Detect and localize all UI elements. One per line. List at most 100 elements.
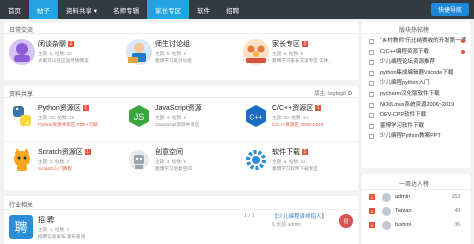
hot-item[interactable]: python集成编辑器Vscode下载 bbox=[362, 68, 470, 79]
rank-panel-title: 一周达人榜 bbox=[362, 174, 470, 190]
jobs-icon: 聘 bbox=[9, 215, 33, 239]
avatar bbox=[382, 206, 391, 216]
list-bullet-icon bbox=[369, 60, 374, 66]
forum-meta: 主题: 6, 帖数: 6 bbox=[155, 51, 187, 56]
list-bullet-icon bbox=[369, 113, 374, 119]
hot-panel: 版块热帖榜 “乡村教师”乐比纳赛收的开发第一课 C/C++编程资源下载 少儿编程… bbox=[362, 22, 470, 168]
nav-resources[interactable]: 资料共享 ▾ bbox=[58, 0, 105, 19]
forum-desc: C/C++资源区 2006~2019 bbox=[272, 122, 324, 127]
nav-parents[interactable]: 家长专区 bbox=[147, 0, 190, 19]
forum-name: 招 聘 bbox=[38, 217, 54, 224]
hot-item[interactable]: 少儿编程Python教案PPT bbox=[362, 131, 470, 142]
hot-item[interactable]: 塞博学习软件下载 bbox=[362, 121, 470, 132]
hot-item[interactable]: 少儿编程python入门 bbox=[362, 78, 470, 89]
forum-row: Python资源区 1 主题: 25, 帖数: 25 Python资源共享区,PD… bbox=[4, 98, 358, 142]
rank-count: 36 bbox=[454, 222, 460, 228]
forum-meta: 主题: 5, 帖数: 10 bbox=[38, 51, 72, 56]
hot-item[interactable]: pycharm汉化版软件下载 bbox=[362, 89, 470, 100]
forum-desc: 塞博学习家长交流专区 实体, bbox=[272, 58, 330, 63]
forum-discussion[interactable]: 师生讨论组 主题: 6, 帖数: 6 塞博学习班讨论组 bbox=[121, 34, 238, 78]
forum-desc: 塞博学习软件下载专区 bbox=[272, 166, 318, 171]
nav-home[interactable]: 首页 bbox=[0, 0, 29, 19]
forum-meta: 主题: 4, 帖数: 5 bbox=[155, 115, 187, 120]
daily-panel-title: 日常交流 bbox=[4, 22, 358, 34]
list-bullet-icon bbox=[369, 39, 374, 44]
nav-jobs[interactable]: 招聘 bbox=[218, 0, 247, 19]
latest-post-meta: 6 天前 admin bbox=[272, 222, 302, 228]
jobs-title: 行业相关 bbox=[9, 203, 34, 209]
rank-number: 2 bbox=[369, 208, 375, 214]
forum-name: 软件下载 bbox=[272, 149, 300, 156]
rank-title: 一周达人榜 bbox=[398, 182, 429, 188]
nav-software[interactable]: 软件 bbox=[189, 0, 218, 19]
forum-meta: 主题: 1, 帖数: 1 bbox=[38, 227, 70, 232]
rank-count: 40 bbox=[454, 208, 460, 214]
forum-row: 闲谈杂聊 1 主题: 5, 帖数: 10 大家可以在这里尽情畅谈 师生讨论组 主题… bbox=[4, 34, 358, 78]
forum-name: JavaScript资源 bbox=[155, 105, 202, 112]
list-bullet-icon bbox=[369, 49, 374, 55]
forum-name: 创意空间 bbox=[155, 149, 183, 156]
robot-icon bbox=[126, 147, 152, 173]
new-badge: 1 bbox=[302, 149, 308, 155]
forum-desc: 大家可以在这里尽情畅谈 bbox=[38, 58, 89, 63]
moderator[interactable]: 版主: bigbig8 bbox=[314, 89, 352, 97]
forum-name: C/C++资源区 bbox=[272, 105, 314, 112]
forum-meta: 主题: 8, 帖数: 9 bbox=[272, 51, 304, 56]
hot-item[interactable]: “乡村教师”乐比纳赛收的开发第一课 bbox=[362, 36, 470, 47]
collapse-icon[interactable] bbox=[348, 91, 352, 95]
forum-scratch[interactable]: Scratch资源区 1 主题: 2, 帖数: 2 Scratch入门教程 bbox=[4, 142, 121, 186]
forum-software[interactable]: 软件下载 1 主题: 5, 帖数: 11 塞博学习软件下载专区 bbox=[238, 142, 355, 186]
forum-meta: 主题: 2, 帖数: 2 bbox=[38, 159, 70, 164]
forum-meta: 主题: 25, 帖数: 25 bbox=[38, 115, 75, 120]
rank-number: 1 bbox=[369, 194, 375, 200]
list-bullet-icon bbox=[369, 70, 374, 76]
forum-row: Scratch资源区 1 主题: 2, 帖数: 2 Scratch入门教程 创意空… bbox=[4, 142, 358, 186]
forum-desc: 塞博学习创意空间 bbox=[155, 166, 192, 171]
new-badge: 1 bbox=[84, 149, 91, 155]
forum-jobs[interactable]: 聘 招 聘 主题: 1, 帖数: 1 招聘信息发布,发布者请 bbox=[4, 210, 204, 240]
forum-desc: JavaScript资源共享区 bbox=[155, 122, 200, 127]
top-nav: 首页 帖子 资料共享 ▾ 名师专辑 家长专区 软件 招聘 快捷导航 bbox=[0, 0, 474, 19]
hot-panel-title: 版块热帖榜 bbox=[362, 22, 470, 34]
rank-count: 153 bbox=[451, 194, 460, 200]
nav-teachers[interactable]: 名师专辑 bbox=[105, 0, 147, 19]
forum-name: Python资源区 bbox=[38, 105, 81, 112]
list-bullet-icon bbox=[369, 102, 374, 108]
forum-python[interactable]: Python资源区 1 主题: 25, 帖数: 25 Python资源共享区,PD… bbox=[4, 98, 121, 141]
forum-javascript[interactable]: JS JavaScript资源 主题: 4, 帖数: 5 JavaScript资… bbox=[121, 98, 238, 141]
jobs-button[interactable]: 招 bbox=[339, 214, 353, 228]
new-badge: 1 bbox=[315, 105, 322, 111]
forum-name: 闲谈杂聊 bbox=[38, 41, 66, 48]
rank-user: fushini bbox=[395, 222, 411, 228]
hot-item[interactable]: 少儿编程论坛资源推荐 bbox=[362, 57, 470, 68]
pager[interactable]: 1 / 1 bbox=[244, 213, 255, 219]
hot-item[interactable]: C/C++编程资源下载 bbox=[362, 47, 470, 58]
share-panel: 资料共享 版主: bigbig8 Python资源区 1 主题: 25, 帖数: … bbox=[4, 86, 358, 190]
forum-creative[interactable]: 创意空间 主题: 3, 帖数: 5 塞博学习创意空间 bbox=[121, 142, 238, 186]
jobs-panel-title: 行业相关 bbox=[4, 196, 358, 210]
forum-parents[interactable]: 家长专区 1 主题: 8, 帖数: 9 塞博学习家长交流专区 实体, bbox=[238, 34, 355, 78]
nav-posts[interactable]: 帖子 bbox=[29, 0, 58, 19]
rank-item[interactable]: 1 admin 153 bbox=[362, 190, 470, 204]
new-badge: 1 bbox=[302, 41, 308, 47]
forum-desc: 招聘信息发布,发布者请 bbox=[38, 234, 86, 239]
latest-post-link[interactable]: 【少儿编程讲师招人】 bbox=[272, 212, 327, 220]
hot-item[interactable]: NOI/Linux系统资源2006~2019 bbox=[362, 100, 470, 111]
forum-chat[interactable]: 闲谈杂聊 1 主题: 5, 帖数: 10 大家可以在这里尽情畅谈 bbox=[4, 34, 121, 78]
avatar bbox=[382, 192, 391, 202]
moderator-label: 版主: bigbig8 bbox=[314, 91, 346, 97]
forum-name: Scratch资源区 bbox=[38, 149, 83, 156]
hot-list: “乡村教师”乐比纳赛收的开发第一课 C/C++编程资源下载 少儿编程论坛资源推荐… bbox=[362, 34, 470, 142]
share-panel-title: 资料共享 版主: bigbig8 bbox=[4, 86, 358, 98]
forum-meta: 主题: 20, 帖数: 21 bbox=[272, 115, 309, 120]
rank-item[interactable]: 2 Tarzan 40 bbox=[362, 204, 470, 218]
rank-item[interactable]: 3 fushini 36 bbox=[362, 218, 470, 232]
rank-panel: 一周达人榜 1 admin 153 2 Tarzan 40 3 fushini … bbox=[362, 174, 470, 244]
forum-cpp[interactable]: C++ C/C++资源区 1 主题: 20, 帖数: 21 C/C++资源区 20… bbox=[238, 98, 355, 141]
forum-meta: 主题: 3, 帖数: 5 bbox=[155, 159, 187, 164]
hot-dot-icon bbox=[461, 39, 465, 43]
python-icon bbox=[9, 103, 35, 129]
quick-nav-button[interactable]: 快捷导航 bbox=[431, 3, 469, 16]
new-badge: 1 bbox=[82, 105, 89, 111]
hot-item[interactable]: DEV-CPP软件下载 bbox=[362, 110, 470, 121]
